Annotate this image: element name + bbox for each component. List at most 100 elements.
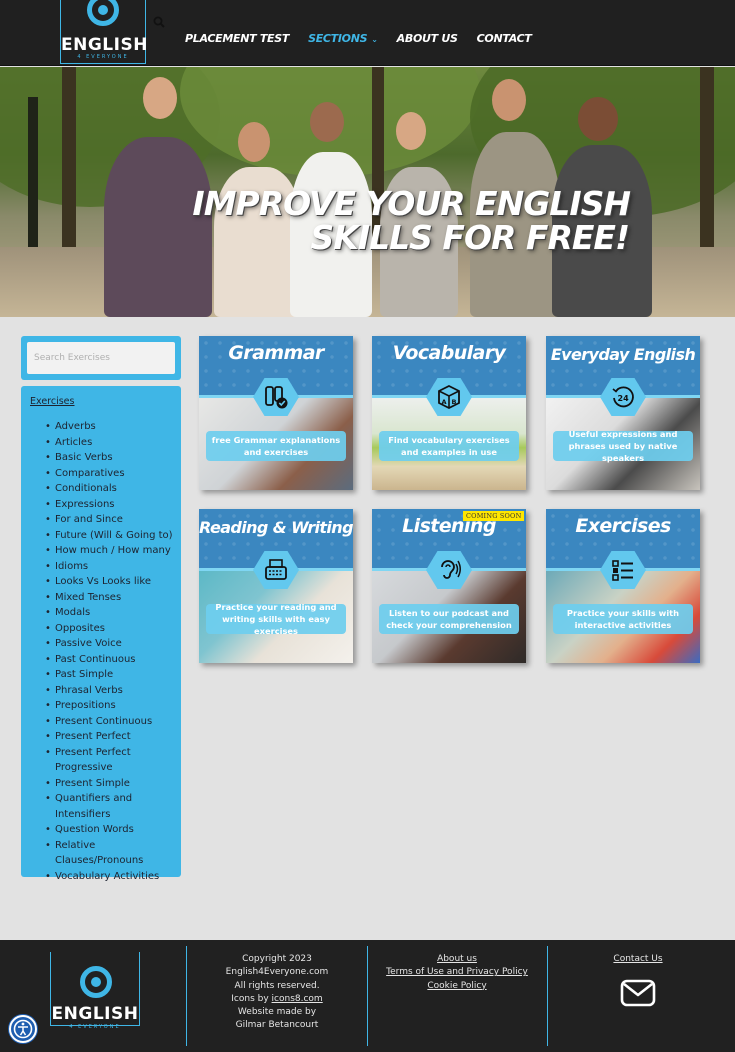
footer-site-name: English4Everyone.com: [225, 967, 329, 978]
exercises-panel: Exercises Adverbs Articles Basic Verbs C…: [21, 386, 181, 884]
card-reading-writing-caption: Practice your reading and writing skills…: [206, 602, 346, 636]
exercise-link-present-simple[interactable]: Present Simple: [45, 776, 185, 792]
exercise-link-looks-vs-looks-like[interactable]: Looks Vs Looks like: [45, 574, 185, 590]
footer-logo[interactable]: ENGLISH 4 EVERYONE: [50, 952, 140, 1030]
exercise-link-past-simple[interactable]: Past Simple: [45, 667, 185, 683]
hero-headline-line2: SKILLS FOR FREE!: [310, 218, 630, 257]
footer-divider: [367, 946, 368, 1046]
hero-person-head: [396, 112, 426, 150]
footer-cookie-policy-link[interactable]: Cookie Policy: [427, 981, 486, 991]
exercise-link-conditionals[interactable]: Conditionals: [45, 481, 185, 497]
exercise-link-question-words[interactable]: Question Words: [45, 822, 185, 838]
exercises-list: Adverbs Articles Basic Verbs Comparative…: [45, 419, 185, 884]
footer-rights: All rights reserved.: [234, 980, 320, 991]
nav-sections[interactable]: SECTIONS ⌄: [308, 32, 378, 45]
exercise-link-idioms[interactable]: Idioms: [45, 559, 185, 575]
card-exercises-caption: Practice your skills with interactive ac…: [553, 604, 693, 634]
exercise-link-expressions[interactable]: Expressions: [45, 497, 185, 513]
svg-text:A: A: [442, 398, 447, 406]
footer-divider: [547, 946, 548, 1046]
hero-person-head: [578, 97, 618, 141]
hero-banner: IMPROVE YOUR ENGLISH SKILLS FOR FREE!: [0, 67, 735, 317]
logo-word: ENGLISH: [61, 35, 148, 55]
exercise-link-present-continuous[interactable]: Present Continuous: [45, 714, 185, 730]
typewriter-icon: [265, 559, 287, 580]
exercise-link-articles[interactable]: Articles: [45, 435, 185, 451]
exercise-link-vocabulary-activities[interactable]: Vocabulary Activities: [45, 869, 185, 885]
card-listening-caption: Listen to our podcast and check your com…: [379, 604, 519, 634]
footer-made-by: Website made by: [237, 1007, 317, 1018]
exercise-link-modals[interactable]: Modals: [45, 605, 185, 621]
card-vocabulary-title: Vocabulary: [392, 342, 506, 364]
icons8-link[interactable]: icons8.com: [272, 994, 323, 1004]
card-reading-writing[interactable]: Reading & Writing Practice your reading …: [199, 509, 353, 663]
exercise-link-prepositions[interactable]: Prepositions: [45, 698, 185, 714]
exercise-link-past-continuous[interactable]: Past Continuous: [45, 652, 185, 668]
exercise-link-basic-verbs[interactable]: Basic Verbs: [45, 450, 185, 466]
footer-about-us-link[interactable]: About us: [437, 954, 477, 964]
logo-mark-icon: [80, 966, 112, 998]
search-form: [21, 336, 181, 380]
card-listening[interactable]: Listening COMING SOON Listen to our podc…: [372, 509, 526, 663]
card-reading-writing-title: Reading & Writing: [199, 518, 353, 537]
checklist-icon: [612, 560, 633, 581]
footer-icons-credit: Icons by icons8.com: [196, 993, 358, 1006]
card-exercises[interactable]: Exercises Practice your skills with inte…: [546, 509, 700, 663]
exercises-panel-title[interactable]: Exercises: [30, 396, 74, 407]
footer-divider: [186, 946, 187, 1046]
exercise-link-mixed-tenses[interactable]: Mixed Tenses: [45, 590, 185, 606]
exercise-link-phrasal-verbs[interactable]: Phrasal Verbs: [45, 683, 185, 699]
card-everyday-english[interactable]: Everyday English 24 Useful expressions a…: [546, 336, 700, 490]
mail-icon[interactable]: [620, 978, 656, 1008]
footer-terms-link[interactable]: Terms of Use and Privacy Policy: [386, 967, 528, 977]
card-everyday-english-caption: Useful expressions and phrases used by n…: [553, 429, 693, 463]
svg-text:24: 24: [618, 394, 630, 403]
exercise-link-how-much-how-many[interactable]: How much / How many: [45, 543, 185, 559]
accessibility-button[interactable]: [9, 1015, 37, 1043]
chevron-down-icon: ⌄: [371, 35, 378, 44]
hero-headline-line1: IMPROVE YOUR ENGLISH: [192, 184, 631, 223]
nav-placement-test[interactable]: PLACEMENT TEST: [185, 32, 289, 45]
search-icon[interactable]: [153, 16, 165, 28]
exercise-link-quantifiers[interactable]: Quantifiers and Intensifiers: [45, 791, 185, 822]
exercise-link-opposites[interactable]: Opposites: [45, 621, 185, 637]
logo-subtitle: 4 EVERYONE: [77, 54, 129, 60]
footer-contact: Contact Us: [556, 953, 720, 966]
exercise-link-comparatives[interactable]: Comparatives: [45, 466, 185, 482]
nav-about-us[interactable]: ABOUT US: [397, 32, 458, 45]
card-grammar-caption: free Grammar explanations and exercises: [206, 431, 346, 461]
card-vocabulary-caption: Find vocabulary exercises and examples i…: [379, 431, 519, 461]
footer-copyright-year: Copyright 2023: [242, 954, 312, 964]
card-exercises-title: Exercises: [575, 515, 671, 537]
site-logo[interactable]: ENGLISH 4 EVERYONE: [60, 0, 148, 64]
footer-links: About us Terms of Use and Privacy Policy…: [376, 953, 538, 993]
hero-person-head: [143, 77, 177, 119]
hero-person-head: [310, 102, 344, 142]
exercise-link-adverbs[interactable]: Adverbs: [45, 419, 185, 435]
logo-subtitle: 4 EVERYONE: [69, 1024, 121, 1030]
card-everyday-english-title: Everyday English: [550, 345, 696, 364]
site-header: ENGLISH 4 EVERYONE PLACEMENT TEST SECTIO…: [0, 0, 735, 66]
coming-soon-badge: COMING SOON: [463, 511, 525, 521]
traffic-light-check-icon: [265, 386, 288, 409]
exercise-link-passive-voice[interactable]: Passive Voice: [45, 636, 185, 652]
footer-contact-us-link[interactable]: Contact Us: [613, 954, 662, 964]
hero-person-head: [492, 79, 526, 121]
search-input[interactable]: [27, 342, 175, 374]
accessibility-icon: [13, 1019, 33, 1039]
exercise-link-for-and-since[interactable]: For and Since: [45, 512, 185, 528]
24-hours-icon: 24: [612, 386, 634, 408]
exercise-link-relative-clauses[interactable]: Relative Clauses/Pronouns: [45, 838, 185, 869]
exercise-link-future[interactable]: Future (Will & Going to): [45, 528, 185, 544]
exercise-link-present-perfect-progressive[interactable]: Present Perfect Progressive: [45, 745, 185, 776]
exercise-link-present-perfect[interactable]: Present Perfect: [45, 729, 185, 745]
footer-icons-prefix: Icons by: [231, 993, 272, 1004]
card-grammar-title: Grammar: [228, 342, 324, 364]
hero-person-head: [238, 122, 270, 162]
nav-sections-label: SECTIONS: [308, 32, 368, 45]
card-vocabulary[interactable]: Vocabulary A B Find vocabulary exercises…: [372, 336, 526, 490]
logo-word: ENGLISH: [51, 1004, 139, 1024]
nav-contact[interactable]: CONTACT: [477, 32, 532, 45]
card-grammar[interactable]: Grammar free Grammar explanations and ex…: [199, 336, 353, 490]
abc-cube-icon: A B: [438, 384, 460, 410]
